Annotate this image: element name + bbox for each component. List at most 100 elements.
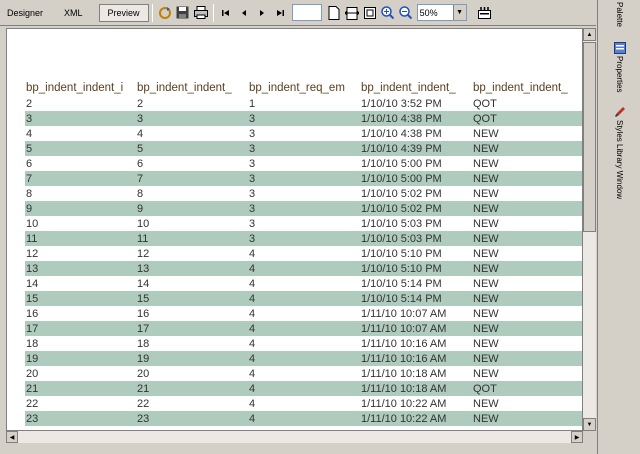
table-row: 10 10 3 1/10/10 5:03 PM NEW [25, 216, 582, 231]
table-cell: 4 [249, 337, 256, 350]
horizontal-scrollbar[interactable]: ◀ ▶ [6, 431, 583, 443]
table-cell: 20 [26, 367, 39, 380]
table-cell: NEW [473, 262, 499, 275]
properties-tab[interactable]: Properties [598, 42, 640, 92]
table-cell: 22 [137, 397, 150, 410]
table-cell: 3 [137, 112, 144, 125]
table-cell: 19 [26, 352, 39, 365]
table-cell: 3 [249, 112, 256, 125]
first-page-icon[interactable] [218, 5, 234, 21]
table-cell: 1/10/10 5:14 PM [361, 292, 442, 305]
table-cell: 1/10/10 5:00 PM [361, 172, 442, 185]
table-cell: 6 [26, 157, 33, 170]
table-cell: 4 [249, 367, 256, 380]
table-cell: 4 [249, 397, 256, 410]
table-cell: 16 [26, 307, 39, 320]
column-header: bp_indent_indent_ [137, 82, 232, 94]
table-cell: 8 [137, 187, 144, 200]
table-cell: NEW [473, 142, 499, 155]
xml-tab[interactable]: XML [50, 4, 97, 22]
table-cell: 22 [26, 397, 39, 410]
refresh-icon[interactable] [157, 5, 173, 21]
table-row: 3 3 3 1/10/10 4:38 PM QOT [25, 111, 582, 126]
last-page-icon[interactable] [272, 5, 288, 21]
page-number-input[interactable] [291, 4, 322, 21]
table-cell: 3 [249, 142, 256, 155]
table-cell: 4 [249, 352, 256, 365]
toolbar-separator [212, 3, 214, 22]
table-cell: 19 [137, 352, 150, 365]
table-cell: 17 [137, 322, 150, 335]
preview-tab[interactable]: Preview [98, 3, 149, 22]
print-icon[interactable] [193, 5, 209, 21]
styles-brush-icon [614, 107, 625, 117]
table-row: 6 6 3 1/10/10 5:00 PM NEW [25, 156, 582, 171]
export-icon[interactable] [477, 5, 493, 21]
table-cell: 7 [26, 172, 33, 185]
vertical-scroll-thumb[interactable] [583, 42, 596, 232]
report-toolbar: Designer XML Preview 50% ▼ [0, 0, 596, 26]
scroll-down-icon[interactable]: ▼ [583, 418, 596, 431]
side-panel: Palette Properties Styles Library Window [597, 0, 640, 454]
table-row: 7 7 3 1/10/10 5:00 PM NEW [25, 171, 582, 186]
table-cell: 12 [137, 247, 150, 260]
styles-library-tab[interactable]: Styles Library Window [598, 106, 640, 199]
zoom-out-icon[interactable] [398, 5, 414, 21]
scroll-up-icon[interactable]: ▲ [583, 28, 596, 41]
table-cell: 14 [137, 277, 150, 290]
table-cell: 5 [26, 142, 33, 155]
table-cell: 1/11/10 10:18 AM [361, 382, 447, 395]
page-width-icon[interactable] [344, 5, 360, 21]
column-header: bp_indent_req_em [249, 82, 345, 94]
table-row: 11 11 3 1/10/10 5:03 PM NEW [25, 231, 582, 246]
table-row: 23 23 4 1/11/10 10:22 AM NEW [25, 411, 582, 426]
table-cell: 4 [26, 127, 33, 140]
zoom-in-icon[interactable] [380, 5, 396, 21]
chevron-down-icon[interactable]: ▼ [452, 5, 466, 20]
zoom-select[interactable]: 50% ▼ [416, 4, 467, 21]
table-cell: 1 [249, 97, 256, 110]
save-icon[interactable] [175, 5, 191, 21]
single-page-icon[interactable] [326, 5, 342, 21]
table-cell: 4 [249, 382, 256, 395]
table-cell: 11 [26, 232, 38, 245]
table-cell: 5 [137, 142, 144, 155]
previous-page-icon[interactable] [236, 5, 252, 21]
vertical-scrollbar[interactable]: ▲ ▼ [583, 28, 596, 431]
table-cell: 1/10/10 5:10 PM [361, 262, 442, 275]
table-header-row: bp_indent_indent_i bp_indent_indent_ bp_… [25, 80, 582, 96]
table-row: 19 19 4 1/11/10 10:16 AM NEW [25, 351, 582, 366]
table-cell: NEW [473, 202, 499, 215]
table-cell: QOT [473, 382, 497, 395]
palette-tab[interactable]: Palette [598, 2, 640, 27]
designer-tab[interactable]: Designer [2, 4, 48, 22]
table-cell: NEW [473, 352, 499, 365]
column-header: bp_indent_indent_ [473, 82, 568, 94]
table-body: 2 2 1 1/10/10 3:52 PM QOT 3 3 3 1/10/10 4:38 PM Q… [25, 96, 582, 426]
column-header: bp_indent_indent_i [26, 82, 124, 94]
table-cell: 4 [249, 277, 256, 290]
table-cell: 1/11/10 10:07 AM [361, 307, 447, 320]
scroll-left-icon[interactable]: ◀ [6, 431, 18, 443]
table-cell: 1/10/10 3:52 PM [361, 97, 442, 110]
table-cell: 23 [137, 412, 150, 425]
table-cell: 3 [249, 187, 256, 200]
table-cell: 3 [249, 217, 256, 230]
table-row: 22 22 4 1/11/10 10:22 AM NEW [25, 396, 582, 411]
table-cell: NEW [473, 337, 499, 350]
table-cell: 4 [249, 412, 256, 425]
table-cell: 16 [137, 307, 150, 320]
table-row: 16 16 4 1/11/10 10:07 AM NEW [25, 306, 582, 321]
properties-label: Properties [615, 56, 624, 93]
table-cell: 1/10/10 5:10 PM [361, 247, 442, 260]
whole-page-icon[interactable] [362, 5, 378, 21]
scroll-right-icon[interactable]: ▶ [571, 431, 583, 443]
column-header: bp_indent_indent_ [361, 82, 456, 94]
table-cell: 2 [137, 97, 144, 110]
table-cell: NEW [473, 277, 499, 290]
next-page-icon[interactable] [254, 5, 270, 21]
table-cell: 1/11/10 10:22 AM [361, 397, 447, 410]
report-preview-canvas: bp_indent_indent_i bp_indent_indent_ bp_… [6, 28, 583, 431]
table-cell: 14 [26, 277, 39, 290]
table-cell: 1/10/10 5:03 PM [361, 232, 442, 245]
